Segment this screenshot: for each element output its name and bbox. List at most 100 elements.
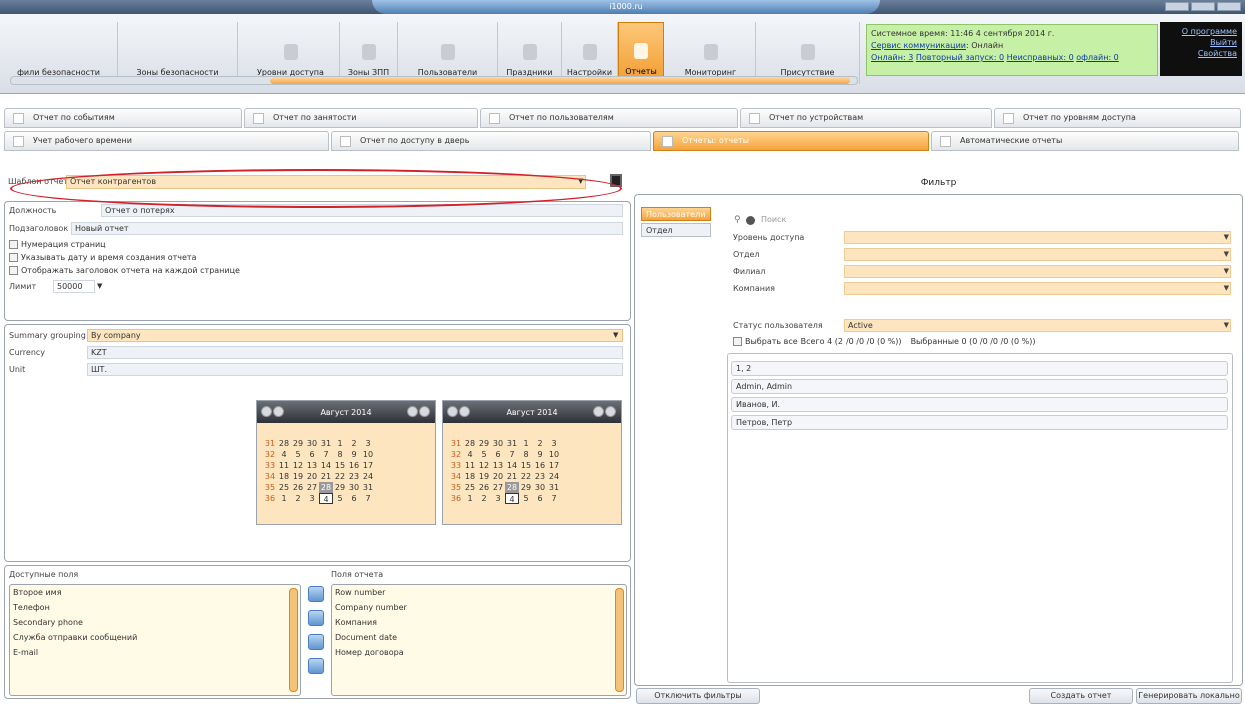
tab-door-access[interactable]: Отчет по доступу в дверь xyxy=(331,131,651,151)
filter-company[interactable]: Компания ▼ xyxy=(733,282,1231,295)
report-tab-icon xyxy=(940,136,951,147)
list-item[interactable]: Row number xyxy=(332,585,626,600)
status-offline-link[interactable]: офлайн: 0 xyxy=(1076,53,1119,62)
toolbar-users[interactable]: Пользователи xyxy=(398,22,498,84)
list-item[interactable]: Служба отправки сообщений xyxy=(10,630,300,645)
unit-field[interactable]: ШТ. xyxy=(87,363,623,376)
toolbar-security-zones[interactable]: Зоны безопасности xyxy=(118,22,238,84)
chevron-down-icon: ▼ xyxy=(1223,284,1229,292)
toolbar-access-levels[interactable]: Уровни доступа xyxy=(242,22,340,84)
list-scrollbar[interactable] xyxy=(289,588,298,692)
filter-access-level[interactable]: Уровень доступа ▼ xyxy=(733,231,1231,244)
disable-filters-button[interactable]: Отключить фильтры xyxy=(636,688,760,704)
move-right-icon[interactable] xyxy=(308,586,324,602)
report-tab-icon xyxy=(13,113,24,124)
report-tab-icon xyxy=(340,136,351,147)
tab-events-report[interactable]: Отчет по событиям xyxy=(4,108,242,128)
filter-branch[interactable]: Филиал ▼ xyxy=(733,265,1231,278)
list-item[interactable]: 1, 2 xyxy=(731,361,1228,376)
select-all-checkbox[interactable]: Выбрать все Всего 4 (2/0 /0 /0 (0 %)) Выбр… xyxy=(733,337,1036,346)
search-input[interactable]: Поиск xyxy=(761,215,786,224)
properties-link[interactable]: Свойства xyxy=(1165,48,1237,59)
available-fields-list[interactable]: Второе имя Телефон Secondary phone Служб… xyxy=(9,584,301,696)
list-item[interactable]: E-mail xyxy=(10,645,300,660)
filter-user-status[interactable]: Статус пользователя Active ▼ xyxy=(733,319,1231,332)
next-month-button[interactable] xyxy=(407,405,418,417)
list-item[interactable]: Второе имя xyxy=(10,585,300,600)
report-icon xyxy=(634,43,648,59)
list-item[interactable]: Admin, Admin xyxy=(731,379,1228,394)
settings-icon xyxy=(582,44,597,60)
toolbar-holidays[interactable]: Праздники xyxy=(498,22,562,84)
close-button[interactable] xyxy=(1217,2,1241,11)
prev-year-button[interactable] xyxy=(261,405,272,417)
tab-reports-reports[interactable]: Отчеты: отчеты xyxy=(653,131,929,151)
report-options-panel: Должность Отчет о потерях Подзаголовок Н… xyxy=(4,201,631,321)
list-item[interactable]: Secondary phone xyxy=(10,615,300,630)
minimize-button[interactable] xyxy=(1165,2,1189,11)
search-icon[interactable]: ⚲ xyxy=(734,215,741,225)
move-all-left-icon[interactable] xyxy=(308,658,324,674)
about-link[interactable]: О программе xyxy=(1165,26,1237,37)
toolbar-scroll-thumb[interactable] xyxy=(270,77,850,84)
status-restart-link[interactable]: Повторный запуск: 0 xyxy=(916,53,1004,62)
filter-tab-department[interactable]: Отдел xyxy=(641,223,711,237)
status-online-link[interactable]: Онлайн: 3 xyxy=(871,53,913,62)
list-item[interactable]: Company number xyxy=(332,600,626,615)
toolbar-zpp-zones[interactable]: Зоны ЗПП xyxy=(340,22,398,84)
list-scrollbar[interactable] xyxy=(615,588,624,692)
list-item[interactable]: Номер договора xyxy=(332,645,626,660)
list-item[interactable]: Иванов, И. xyxy=(731,397,1228,412)
status-faulty-link[interactable]: Неисправных: 0 xyxy=(1007,53,1074,62)
prev-year-button[interactable] xyxy=(447,405,458,417)
spinner-arrow-icon[interactable]: ▼ xyxy=(97,282,102,290)
next-year-button[interactable] xyxy=(419,405,430,417)
tab-work-time[interactable]: Учет рабочего времени xyxy=(4,131,329,151)
next-month-button[interactable] xyxy=(593,405,604,417)
creation-date-checkbox[interactable]: Указывать дату и время создания отчета xyxy=(9,253,196,262)
tab-users-report[interactable]: Отчет по пользователям xyxy=(480,108,738,128)
toolbar-monitoring[interactable]: Мониторинг xyxy=(666,22,756,84)
filter-tab-users[interactable]: Пользователи xyxy=(641,207,711,221)
header-each-page-checkbox[interactable]: Отображать заголовок отчета на каждой ст… xyxy=(9,266,240,275)
list-item[interactable]: Петров, Петр xyxy=(731,415,1228,430)
list-item[interactable]: Телефон xyxy=(10,600,300,615)
move-left-icon[interactable] xyxy=(308,634,324,650)
toolbar-settings[interactable]: Настройки xyxy=(562,22,618,84)
summary-grouping-select[interactable]: By company xyxy=(87,329,623,342)
calendar-days[interactable]: 31 28 29 30 31 1 2 3 32 4 5 6 7 8 9 10 33 11 12 13 14 15 16 1… xyxy=(449,438,617,504)
tab-automatic-reports[interactable]: Автоматические отчеты xyxy=(931,131,1239,151)
filter-title: Фильтр xyxy=(920,178,957,188)
currency-field[interactable]: KZT xyxy=(87,346,623,359)
generate-local-button[interactable]: Генерировать локально xyxy=(1136,688,1242,704)
list-item[interactable]: Компания xyxy=(332,615,626,630)
create-report-button[interactable]: Создать отчет xyxy=(1029,688,1133,704)
calendar-to[interactable]: Август 2014 31 28 29 30 31 1 2 3 32 4 5 6 7 8 9 10 33 1… xyxy=(442,400,622,525)
toolbar-reports[interactable]: Отчеты xyxy=(618,22,664,84)
prev-month-button[interactable] xyxy=(459,405,470,417)
calendar-days[interactable]: 31 28 29 30 31 1 2 3 32 4 5 6 7 8 9 10 33 11 12 13 14 15 16 1… xyxy=(263,438,431,504)
report-fields-list[interactable]: Row number Company number Компания Docum… xyxy=(331,584,627,696)
tab-occupancy-report[interactable]: Отчет по занятости xyxy=(244,108,478,128)
calendar-from[interactable]: Август 2014 31 28 29 30 31 1 2 3 32 4 5 6 7 8 9 10 33 1… xyxy=(256,400,436,525)
tab-devices-report[interactable]: Отчет по устройствам xyxy=(740,108,992,128)
limit-spinner[interactable]: 50000 xyxy=(53,280,95,293)
move-all-right-icon[interactable] xyxy=(308,610,324,626)
calendar-month-title: Август 2014 xyxy=(320,407,372,417)
maximize-button[interactable] xyxy=(1191,2,1215,11)
toolbar-presence[interactable]: Присутствие xyxy=(756,22,860,84)
report-tab-icon xyxy=(13,136,24,147)
fields-panel: Доступные поля Поля отчета Второе имя Те… xyxy=(4,565,631,699)
subtitle-field[interactable]: Новый отчет xyxy=(71,222,623,235)
tab-access-levels-report[interactable]: Отчет по уровням доступа xyxy=(994,108,1241,128)
list-item[interactable]: Document date xyxy=(332,630,626,645)
window-title: i1000.ru xyxy=(372,0,880,14)
clear-search-icon[interactable] xyxy=(746,216,755,225)
next-year-button[interactable] xyxy=(605,405,616,417)
page-numbering-checkbox[interactable]: Нумерация страниц xyxy=(9,240,106,249)
logout-link[interactable]: Выйти xyxy=(1165,37,1237,48)
prev-month-button[interactable] xyxy=(273,405,284,417)
comm-service-link[interactable]: Сервис коммуникации xyxy=(871,41,966,50)
toolbar-security-filters[interactable]: фили безопасности xyxy=(0,22,118,84)
filter-department[interactable]: Отдел ▼ xyxy=(733,248,1231,261)
